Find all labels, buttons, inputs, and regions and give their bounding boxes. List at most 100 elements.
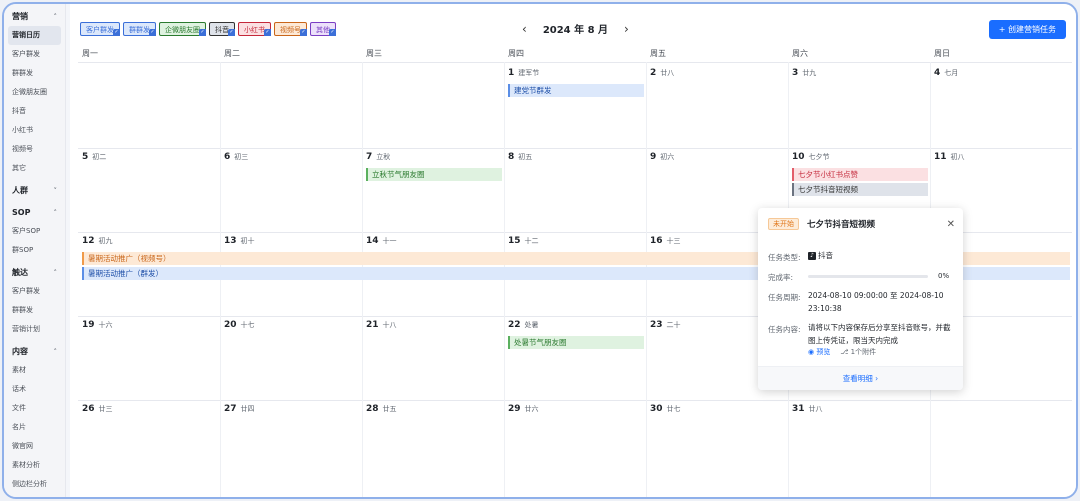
day-number: 23 (650, 320, 663, 330)
filter-tag[interactable]: 企微朋友圈 ✓ (159, 22, 206, 36)
day-number: 12 (82, 236, 95, 246)
filter-tag[interactable]: 群群发 ✓ (123, 22, 156, 36)
task-detail-popover: 未开始 七夕节抖音短视频 ✕ 任务类型: ♪ 抖音 完成率: 0% 任务周期: 2… (758, 208, 963, 390)
app-window: 营销 ˄ 营销日历 客户群发 群群发 企微朋友圈 抖音 小红书 视频号 其它 人群 ˅ SOP ˄ 客户SO… (2, 2, 1078, 499)
day-cell[interactable]: 30 廿七 (650, 404, 681, 414)
sidebar-item[interactable]: 侧边栏分析 (4, 475, 65, 494)
chevron-up-icon: ˄ (53, 208, 58, 217)
day-cell[interactable]: 14 十一 (366, 236, 397, 246)
sidebar-section-header[interactable]: SOP ˄ (4, 203, 65, 222)
event-item[interactable]: 建党节群发 (508, 84, 644, 97)
day-cell[interactable]: 13 初十 (224, 236, 255, 246)
day-lunar: 廿五 (382, 405, 397, 413)
day-cell[interactable]: 19 十六 (82, 320, 113, 330)
check-icon: ✓ (264, 29, 271, 36)
day-cell[interactable]: 16 十三 (650, 236, 681, 246)
check-icon: ✓ (228, 29, 235, 36)
status-badge: 未开始 (768, 218, 799, 230)
preview-link[interactable]: ◉ 预览 (808, 347, 830, 357)
day-cell[interactable]: 23 二十 (650, 320, 681, 330)
sidebar-item[interactable]: 其它 (4, 159, 65, 178)
grid-line (220, 62, 221, 497)
chevron-left-icon[interactable]: ‹ (522, 22, 527, 36)
sidebar-section-title: 营销 (12, 12, 28, 21)
day-cell[interactable]: 26 廿三 (82, 404, 113, 414)
sidebar-item[interactable]: 群群发 (4, 64, 65, 83)
create-task-button[interactable]: + 创建营销任务 (988, 20, 1066, 39)
chevron-up-icon: ˄ (53, 268, 58, 277)
sidebar-section-header[interactable]: 营销 ˄ (4, 7, 65, 26)
attachment-link[interactable]: ⎇ 1个附件 (840, 347, 876, 357)
day-cell[interactable]: 1 建军节 (508, 68, 539, 78)
sidebar-item[interactable]: 营销日历 (8, 26, 61, 45)
day-cell[interactable]: 8 初五 (508, 152, 532, 162)
day-cell[interactable]: 4 七月 (934, 68, 958, 78)
sidebar-item[interactable]: 素材 (4, 361, 65, 380)
filter-tag[interactable]: 视频号 ✓ (274, 22, 307, 36)
sidebar-item[interactable]: 抖音 (4, 102, 65, 121)
sidebar-item[interactable]: 客户群发 (4, 45, 65, 64)
day-cell[interactable]: 12 初九 (82, 236, 113, 246)
day-cell[interactable]: 29 廿六 (508, 404, 539, 414)
day-cell[interactable]: 7 立秋 (366, 152, 390, 162)
day-number: 28 (366, 404, 379, 414)
sidebar-item[interactable]: 素材分析 (4, 456, 65, 475)
sidebar-section-header[interactable]: 人群 ˅ (4, 181, 65, 200)
period-value: 2024-08-10 09:00:00 至 2024-08-10 23:10:3… (808, 291, 944, 313)
sidebar-section-title: 内容 (12, 347, 28, 356)
day-lunar: 七夕节 (808, 153, 830, 161)
sidebar-item[interactable]: 群群发 (4, 301, 65, 320)
filter-tag[interactable]: 客户群发 ✓ (80, 22, 120, 36)
close-icon[interactable]: ✕ (947, 219, 955, 230)
day-cell[interactable]: 28 廿五 (366, 404, 397, 414)
filter-tag-label: 其他 (316, 26, 330, 34)
day-cell[interactable]: 22 处暑 (508, 320, 539, 330)
filter-tag[interactable]: 小红书 ✓ (238, 22, 271, 36)
event-item[interactable]: 处暑节气朋友圈 (508, 336, 644, 349)
sidebar-item[interactable]: 营销计划 (4, 320, 65, 339)
day-number: 21 (366, 320, 379, 330)
chevron-right-icon[interactable]: › (624, 22, 629, 36)
day-cell[interactable]: 10 七夕节 (792, 152, 830, 162)
view-detail-button[interactable]: 查看明细 › (758, 366, 963, 390)
weekday-header: 周四 (508, 49, 524, 58)
day-cell[interactable]: 31 廿八 (792, 404, 823, 414)
sidebar-item[interactable]: 客户SOP (4, 222, 65, 241)
sidebar-item[interactable]: 话术 (4, 380, 65, 399)
day-cell[interactable]: 21 十八 (366, 320, 397, 330)
day-lunar: 初十 (240, 237, 255, 245)
day-cell[interactable]: 6 初三 (224, 152, 248, 162)
day-cell[interactable]: 9 初六 (650, 152, 674, 162)
event-item[interactable]: 立秋节气朋友圈 (366, 168, 502, 181)
day-number: 6 (224, 152, 231, 162)
day-cell[interactable]: 5 初二 (82, 152, 106, 162)
sidebar-item[interactable]: 内容标签 (4, 494, 65, 497)
event-item[interactable]: 七夕节小红书点赞 (792, 168, 928, 181)
day-number: 3 (792, 68, 799, 78)
sidebar-item[interactable]: 客户群发 (4, 282, 65, 301)
sidebar-section-header[interactable]: 触达 ˄ (4, 263, 65, 282)
event-item[interactable]: 七夕节抖音短视频 (792, 183, 928, 196)
filter-tag[interactable]: 其他 ✓ (310, 22, 336, 36)
sidebar-item[interactable]: 名片 (4, 418, 65, 437)
sidebar-item[interactable]: 企微朋友圈 (4, 83, 65, 102)
day-cell[interactable]: 3 廿九 (792, 68, 816, 78)
filter-tag[interactable]: 抖音 ✓ (209, 22, 235, 36)
sidebar-item[interactable]: 文件 (4, 399, 65, 418)
day-cell[interactable]: 2 廿八 (650, 68, 674, 78)
sidebar-item[interactable]: 视频号 (4, 140, 65, 159)
sidebar-item[interactable]: 小红书 (4, 121, 65, 140)
check-icon: ✓ (329, 29, 336, 36)
filter-tag-label: 企微朋友圈 (165, 26, 200, 34)
sidebar-item[interactable]: 群SOP (4, 241, 65, 260)
weekday-header: 周六 (792, 49, 808, 58)
day-cell[interactable]: 20 十七 (224, 320, 255, 330)
day-cell[interactable]: 15 十二 (508, 236, 539, 246)
grid-line (504, 62, 505, 497)
sidebar-section-header[interactable]: 内容 ˄ (4, 342, 65, 361)
check-icon: ✓ (149, 29, 156, 36)
weekday-header: 周日 (934, 49, 950, 58)
sidebar-item[interactable]: 微官网 (4, 437, 65, 456)
day-cell[interactable]: 11 初八 (934, 152, 965, 162)
day-cell[interactable]: 27 廿四 (224, 404, 255, 414)
